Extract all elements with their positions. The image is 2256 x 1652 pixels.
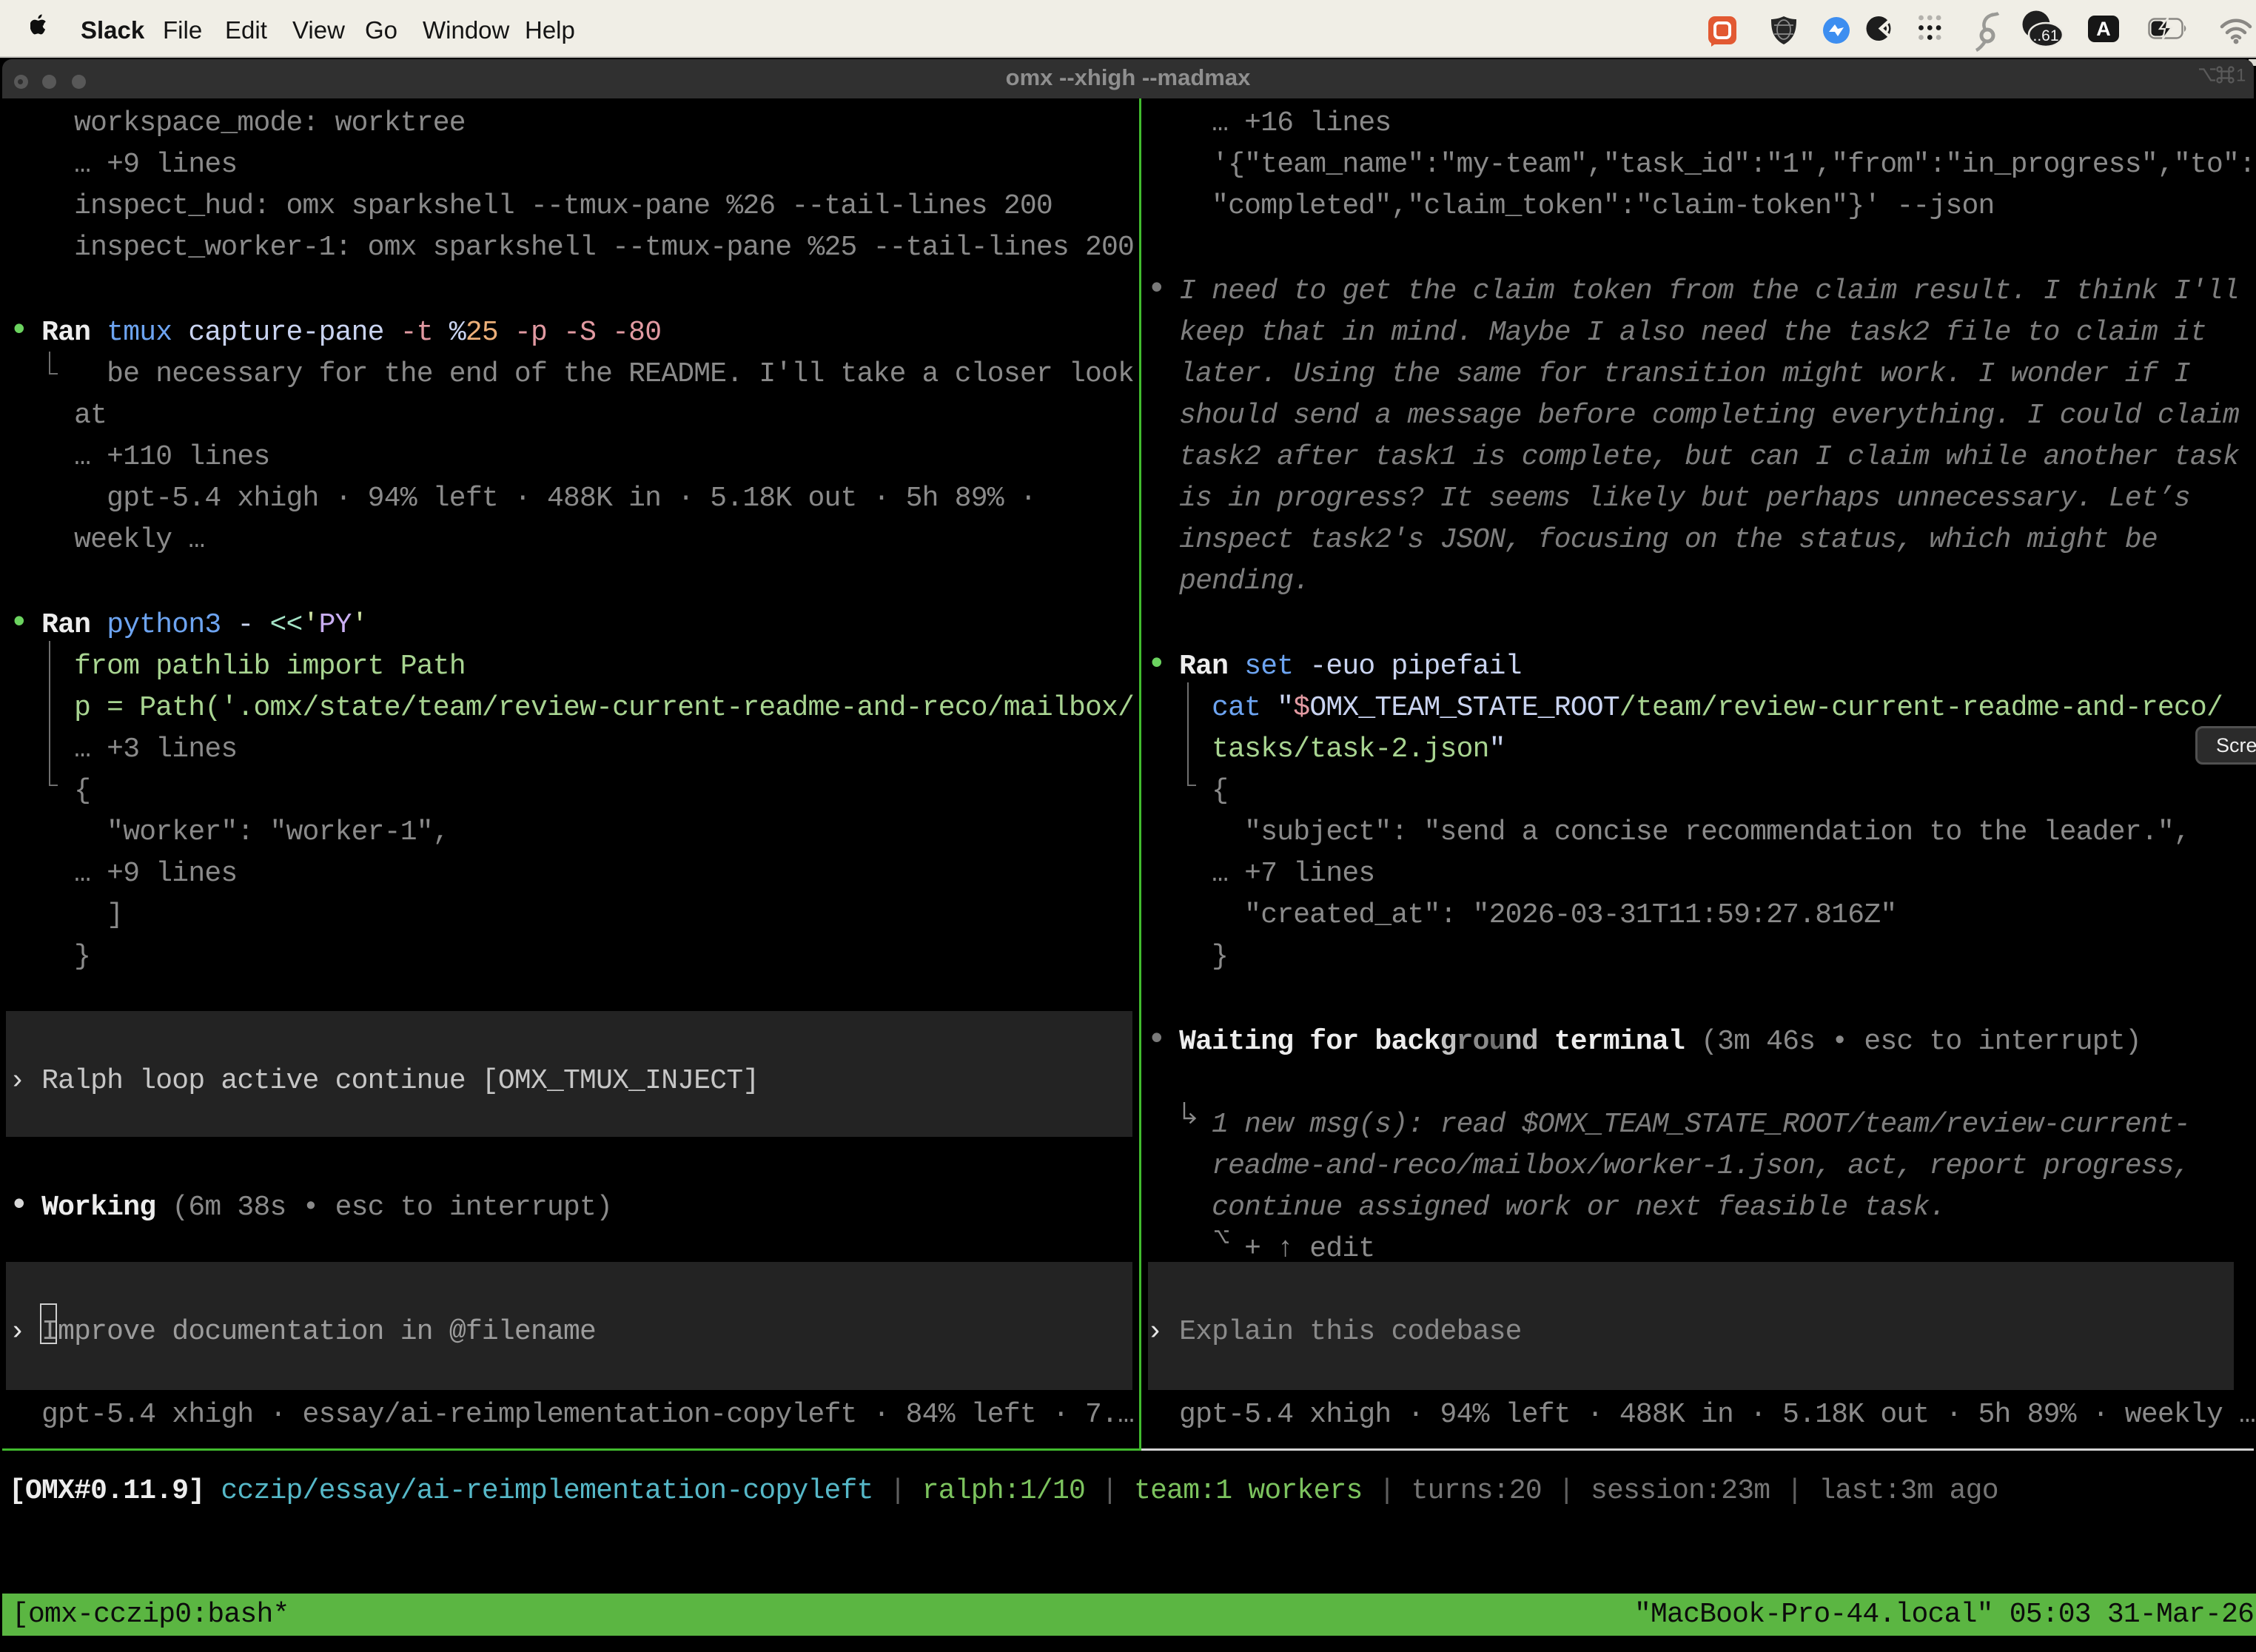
svg-text:..61: ..61 xyxy=(2032,27,2058,44)
svg-text:A: A xyxy=(2096,18,2111,40)
svg-text:1: 1 xyxy=(2236,66,2246,85)
